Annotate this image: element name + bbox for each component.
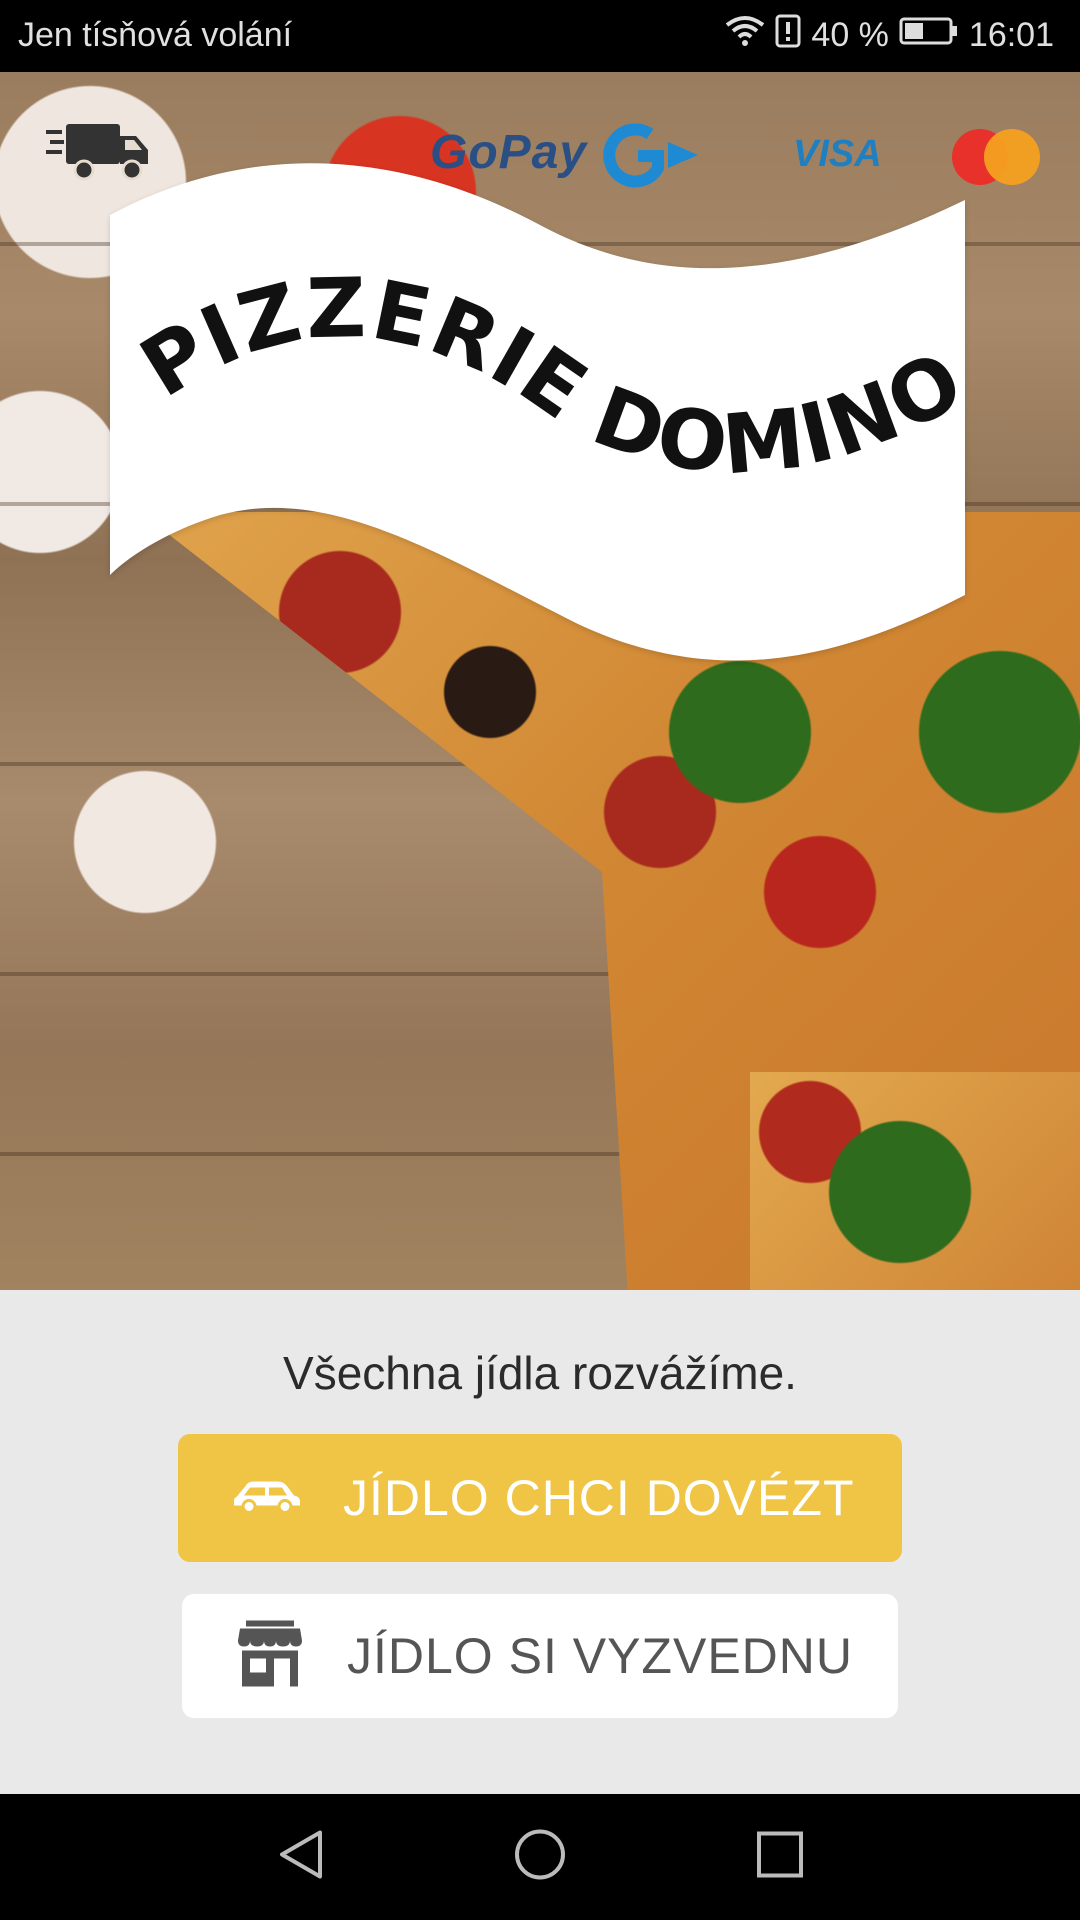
- wifi-icon: [725, 15, 765, 56]
- recents-icon[interactable]: [756, 1831, 804, 1884]
- status-icons: 40 % 16:01: [725, 14, 1054, 57]
- carrier-text: Jen tísňová volání: [18, 16, 293, 54]
- pizza-slice-image: [750, 1072, 1080, 1290]
- clock: 16:01: [968, 16, 1054, 54]
- battery-icon: [899, 16, 959, 55]
- delivery-button-label: JÍDLO CHCI DOVÉZT: [343, 1470, 855, 1526]
- store-icon: [236, 1620, 304, 1692]
- alert-icon: [775, 14, 801, 57]
- delivery-button[interactable]: JÍDLO CHCI DOVÉZT: [178, 1434, 902, 1562]
- tagline: Všechna jídla rozvážíme.: [283, 1347, 797, 1399]
- home-icon[interactable]: [514, 1829, 566, 1886]
- battery-percent: 40 %: [811, 16, 889, 54]
- status-bar: Jen tísňová volání 40 % 16:01: [0, 0, 1080, 72]
- action-panel: Všechna jídla rozvážíme. JÍDLO CHCI DOVÉ…: [0, 1290, 1080, 1794]
- car-icon: [232, 1478, 302, 1519]
- pickup-button[interactable]: JÍDLO SI VYZVEDNU: [182, 1594, 898, 1718]
- navigation-bar: [0, 1794, 1080, 1920]
- pickup-button-label: JÍDLO SI VYZVEDNU: [347, 1628, 853, 1684]
- back-icon[interactable]: [276, 1829, 324, 1886]
- logo-banner: PIZZERIE DOMINO: [110, 155, 965, 675]
